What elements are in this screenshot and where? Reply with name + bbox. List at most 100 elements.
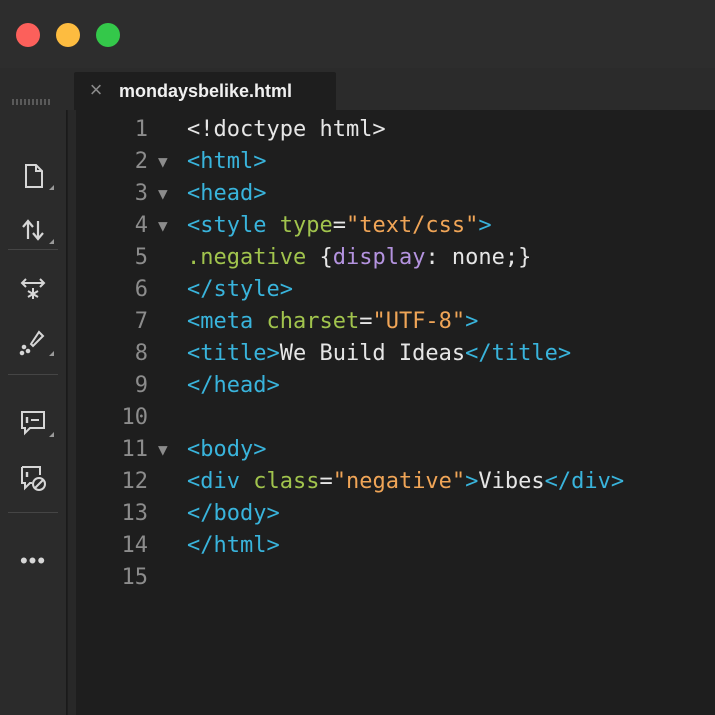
code-token: { bbox=[306, 245, 333, 270]
code-text: </html> bbox=[187, 530, 280, 562]
panel-divider[interactable] bbox=[68, 110, 76, 715]
code-line[interactable]: 2 ▼ <html> bbox=[76, 146, 715, 178]
code-line[interactable]: 3 ▼ <head> bbox=[76, 178, 715, 210]
code-token: "negative" bbox=[332, 469, 466, 494]
tab-bar: × mondaysbelike.html bbox=[66, 68, 715, 110]
code-token: > bbox=[478, 213, 492, 238]
code-text: <body> bbox=[187, 434, 266, 466]
code-line[interactable]: 1 <!doctype html> bbox=[76, 114, 715, 146]
line-number: 9 bbox=[134, 373, 148, 398]
code-token: </div> bbox=[544, 469, 625, 494]
close-window-button[interactable] bbox=[16, 23, 40, 47]
line-number: 12 bbox=[121, 469, 149, 494]
code-token: > bbox=[465, 309, 479, 334]
more-icon: ••• bbox=[19, 548, 47, 573]
tab-title: mondaysbelike.html bbox=[119, 81, 293, 101]
file-button[interactable] bbox=[0, 154, 66, 198]
close-icon[interactable]: × bbox=[86, 78, 106, 102]
code-token: <body> bbox=[187, 437, 267, 462]
fold-arrow-icon[interactable]: ▼ bbox=[158, 434, 168, 466]
code-token: .negative bbox=[187, 245, 307, 270]
code-token: We Build Ideas bbox=[279, 341, 466, 366]
linting-icon bbox=[21, 411, 45, 436]
line-number: 4 bbox=[134, 213, 148, 238]
code-line[interactable]: 14 </html> bbox=[76, 530, 715, 562]
line-number: 2 bbox=[134, 149, 148, 174]
code-token: </title> bbox=[465, 341, 572, 366]
left-toolbar: ••• bbox=[0, 68, 67, 715]
code-token: <div bbox=[187, 469, 254, 494]
line-number: 14 bbox=[121, 533, 149, 558]
code-text: <head> bbox=[187, 178, 266, 210]
code-line[interactable]: 4 ▼ <style type="text/css"> bbox=[76, 210, 715, 242]
code-text: </body> bbox=[187, 498, 280, 530]
code-editor[interactable]: 1 <!doctype html> 2 ▼ <html> 3 ▼ <head> 4 ▼ <style… bbox=[76, 114, 715, 715]
code-token: <head> bbox=[187, 181, 267, 206]
zoom-window-button[interactable] bbox=[96, 23, 120, 47]
code-token: : none;} bbox=[425, 245, 532, 270]
line-number: 1 bbox=[134, 117, 148, 142]
code-token: type bbox=[279, 213, 333, 238]
live-preview-button[interactable] bbox=[0, 266, 66, 310]
code-token: "UTF-8" bbox=[372, 309, 466, 334]
code-line[interactable]: 10 bbox=[76, 402, 715, 434]
code-line[interactable]: 11 ▼ <body> bbox=[76, 434, 715, 466]
window-titlebar bbox=[0, 0, 715, 68]
code-token: "text/css" bbox=[345, 213, 479, 238]
code-text: </head> bbox=[187, 370, 280, 402]
code-line[interactable]: 12 <div class="negative">Vibes</div> bbox=[76, 466, 715, 498]
code-token: </html> bbox=[187, 533, 280, 558]
fold-arrow-icon[interactable]: ▼ bbox=[158, 178, 168, 210]
code-line[interactable]: 8 <title>We Build Ideas</title> bbox=[76, 338, 715, 370]
line-number: 15 bbox=[121, 565, 149, 590]
extract-icon bbox=[19, 330, 45, 356]
code-token: </style> bbox=[187, 277, 293, 302]
live-preview-icon bbox=[20, 278, 46, 299]
code-token: Vibes bbox=[478, 469, 545, 494]
file-transfer-button[interactable] bbox=[0, 208, 66, 252]
extract-button[interactable] bbox=[0, 320, 66, 364]
code-token: = bbox=[319, 469, 333, 494]
code-text: <!doctype html> bbox=[187, 114, 386, 146]
file-icon bbox=[25, 164, 43, 188]
code-text: .negative {display: none;} bbox=[187, 242, 531, 274]
code-text: <div class="negative">Vibes</div> bbox=[187, 466, 624, 498]
line-number: 7 bbox=[134, 309, 148, 334]
code-token: <style bbox=[187, 213, 280, 238]
fold-arrow-icon[interactable]: ▼ bbox=[158, 146, 168, 178]
code-text: <meta charset="UTF-8"> bbox=[187, 306, 478, 338]
code-token: charset bbox=[266, 309, 360, 334]
toolbar-grip[interactable] bbox=[12, 99, 50, 105]
linting-disabled-button[interactable] bbox=[0, 456, 66, 500]
line-number: 11 bbox=[121, 437, 149, 462]
line-number: 10 bbox=[121, 405, 149, 430]
code-line[interactable]: 9 </head> bbox=[76, 370, 715, 402]
code-text: </style> bbox=[187, 274, 293, 306]
code-text: <title>We Build Ideas</title> bbox=[187, 338, 571, 370]
line-number: 3 bbox=[134, 181, 148, 206]
more-button[interactable]: ••• bbox=[0, 539, 66, 583]
code-line[interactable]: 5 .negative {display: none;} bbox=[76, 242, 715, 274]
line-number: 13 bbox=[121, 501, 149, 526]
code-token: = bbox=[359, 309, 373, 334]
code-line[interactable]: 13 </body> bbox=[76, 498, 715, 530]
tab-mondaysbelike[interactable]: × mondaysbelike.html bbox=[74, 72, 336, 110]
file-transfer-icon bbox=[22, 219, 44, 241]
line-number: 8 bbox=[134, 341, 148, 366]
code-token: <html> bbox=[187, 149, 267, 174]
minimize-window-button[interactable] bbox=[56, 23, 80, 47]
fold-arrow-icon[interactable]: ▼ bbox=[158, 210, 168, 242]
code-line[interactable]: 7 <meta charset="UTF-8"> bbox=[76, 306, 715, 338]
code-text: <html> bbox=[187, 146, 266, 178]
code-token: = bbox=[332, 213, 346, 238]
code-line[interactable]: 15 bbox=[76, 562, 715, 594]
code-token: </body> bbox=[187, 501, 280, 526]
code-text: <style type="text/css"> bbox=[187, 210, 492, 242]
code-line[interactable]: 6 </style> bbox=[76, 274, 715, 306]
line-number: 6 bbox=[134, 277, 148, 302]
linting-button[interactable] bbox=[0, 401, 66, 445]
code-token: > bbox=[465, 469, 479, 494]
code-token: </head> bbox=[187, 373, 280, 398]
code-token: <title> bbox=[187, 341, 280, 366]
code-token: display bbox=[332, 245, 426, 270]
